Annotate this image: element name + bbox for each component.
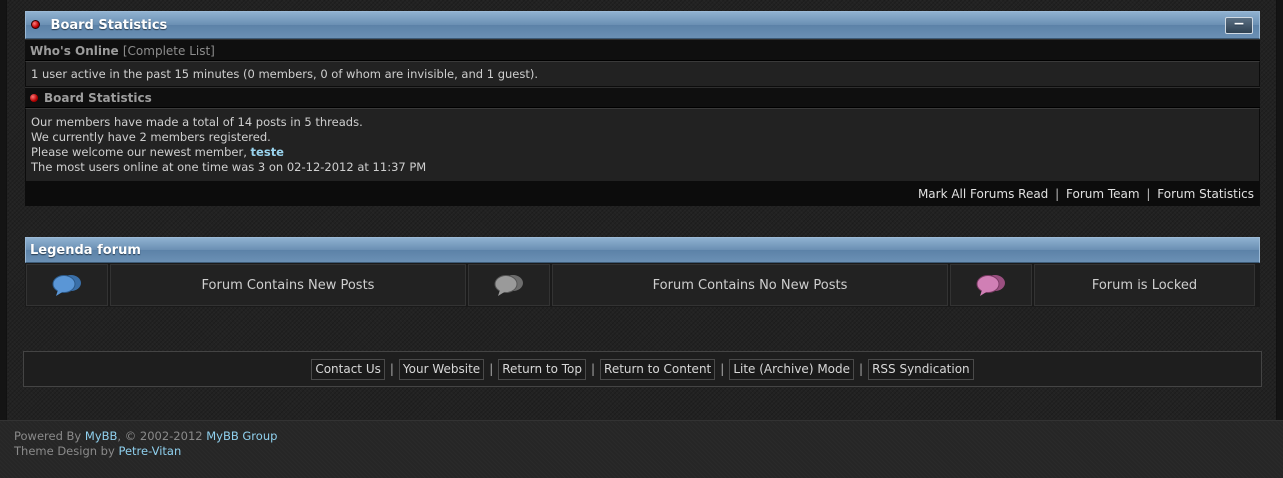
board-statistics-table: Board Statistics − Who's Online [Complet…	[25, 11, 1260, 206]
stats-line-posts: Our members have made a total of 14 post…	[31, 115, 363, 129]
separator: |	[590, 362, 596, 376]
mybb-group-link[interactable]: MyBB Group	[206, 429, 277, 443]
theme-design-line: Theme Design by Petre-Vitan	[14, 444, 277, 459]
bottom-links-bar: Contact Us | Your Website | Return to To…	[23, 351, 1262, 387]
separator: |	[1055, 187, 1060, 201]
rss-syndication-link[interactable]: RSS Syndication	[868, 358, 974, 380]
copyright: Powered By MyBB, © 2002-2012 MyBB Group …	[14, 429, 277, 459]
return-to-top-link[interactable]: Return to Top	[498, 358, 586, 380]
board-statistics-header: Board Statistics −	[25, 11, 1260, 39]
forum-statistics-link[interactable]: Forum Statistics	[1157, 187, 1254, 201]
whos-online-text: 1 user active in the past 15 minutes (0 …	[25, 61, 1260, 87]
locked-bubble-icon	[950, 264, 1032, 306]
new-posts-bubble-icon	[26, 264, 108, 306]
separator: |	[859, 362, 864, 376]
powered-by-line: Powered By MyBB, © 2002-2012 MyBB Group	[14, 429, 277, 444]
stats-line-most-online: The most users online at one time was 3 …	[31, 160, 427, 174]
theme-design-text: Theme Design by	[14, 444, 119, 458]
legend-locked-label: Forum is Locked	[1034, 264, 1255, 306]
mark-all-read-link[interactable]: Mark All Forums Read	[918, 187, 1048, 201]
your-website-link[interactable]: Your Website	[398, 358, 485, 380]
no-new-posts-bubble-icon	[468, 264, 550, 306]
powered-by-text: Powered By	[14, 429, 85, 443]
board-stats-sublabel: Board Statistics	[44, 91, 152, 105]
complete-list-link[interactable]: [Complete List]	[123, 44, 215, 58]
page-background: Board Statistics − Who's Online [Complet…	[6, 0, 1277, 420]
copyright-years: , © 2002-2012	[117, 429, 207, 443]
forum-team-link[interactable]: Forum Team	[1066, 187, 1140, 201]
designer-link[interactable]: Petre-Vitan	[118, 444, 181, 458]
legend-table: Legenda forum Forum Contains New Posts F…	[25, 237, 1260, 307]
newest-member-prefix: Please welcome our newest member,	[31, 145, 251, 159]
separator: |	[389, 362, 394, 376]
mybb-link[interactable]: MyBB	[85, 429, 118, 443]
right-border-strip	[1277, 0, 1283, 420]
whos-online-header: Who's Online [Complete List]	[25, 39, 1260, 61]
stats-line-members: We currently have 2 members registered.	[31, 130, 271, 144]
return-to-content-link[interactable]: Return to Content	[600, 358, 716, 380]
board-stats-body: Our members have made a total of 14 post…	[25, 108, 1260, 182]
whos-online-label: Who's Online	[30, 44, 119, 58]
separator: |	[489, 362, 494, 376]
red-dot-icon	[31, 20, 40, 29]
newest-member-link[interactable]: teste	[251, 145, 284, 159]
stats-footer-links: Mark All Forums Read | Forum Team | Foru…	[25, 182, 1260, 206]
legend-header: Legenda forum	[25, 237, 1260, 263]
separator: |	[720, 362, 725, 376]
contact-us-link[interactable]: Contact Us	[311, 358, 385, 380]
board-stats-subheader: Board Statistics	[25, 87, 1260, 108]
stats-line-newest: Please welcome our newest member, teste	[31, 145, 1254, 160]
collapse-button[interactable]: −	[1225, 17, 1253, 34]
legend-row: Forum Contains New Posts Forum Contains …	[25, 263, 1260, 307]
legend-no-new-posts-label: Forum Contains No New Posts	[552, 264, 948, 306]
separator: |	[1146, 187, 1151, 201]
lite-archive-mode-link[interactable]: Lite (Archive) Mode	[729, 358, 855, 380]
legend-new-posts-label: Forum Contains New Posts	[110, 264, 466, 306]
board-statistics-title: Board Statistics	[50, 18, 168, 33]
red-dot-icon	[30, 93, 38, 102]
legend-title: Legenda forum	[30, 243, 141, 258]
